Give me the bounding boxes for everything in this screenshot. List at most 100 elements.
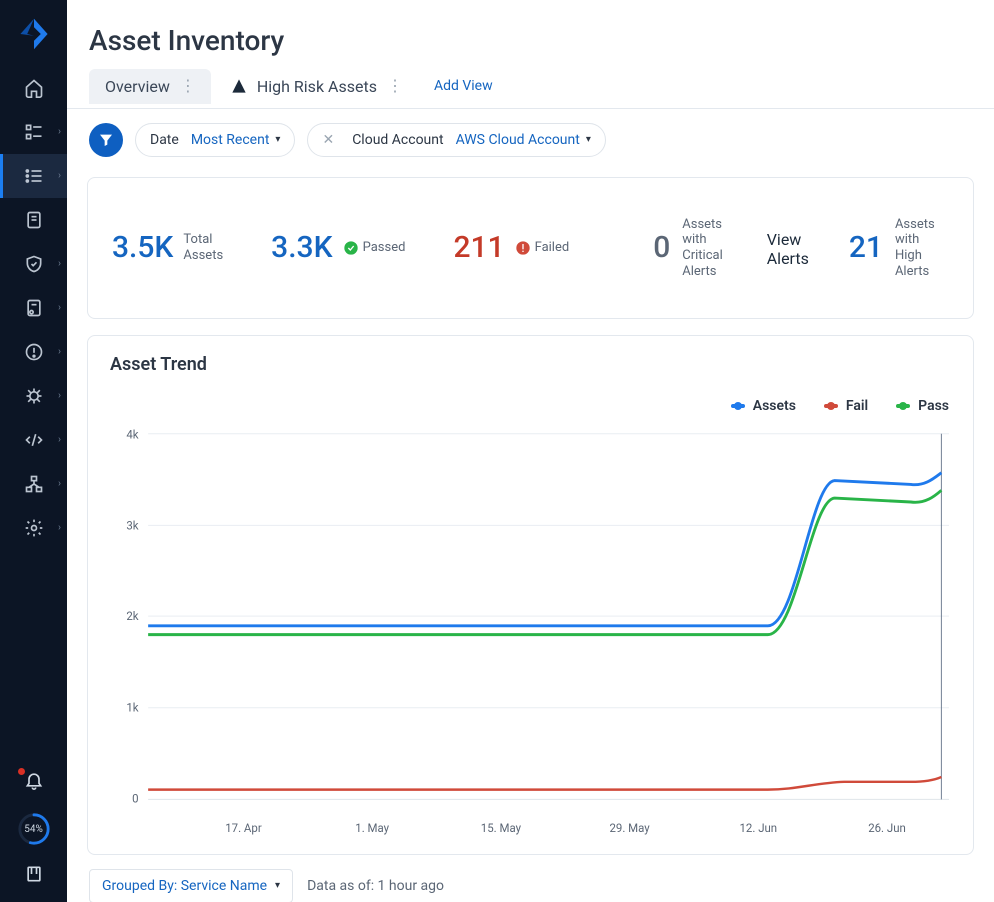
ytick: 4k xyxy=(126,427,138,441)
check-circle-icon xyxy=(343,240,359,256)
remove-filter-icon[interactable]: ✕ xyxy=(322,132,334,148)
chevron-down-icon: ▾ xyxy=(275,134,280,145)
tab-overview[interactable]: Overview ⋮ xyxy=(89,69,211,104)
legend-fail[interactable]: Fail xyxy=(824,398,868,414)
nav-security[interactable]: › xyxy=(0,242,67,286)
stat-value: 211 xyxy=(453,230,504,265)
code-icon xyxy=(24,430,44,450)
bell-icon xyxy=(24,770,44,790)
data-asof: Data as of: 1 hour ago xyxy=(307,878,444,894)
progress-label: 54% xyxy=(24,824,43,835)
filter-date-value[interactable]: Most Recent ▾ xyxy=(191,132,281,148)
xtick: 1. May xyxy=(355,821,389,835)
shield-icon xyxy=(24,254,44,274)
sidebar: › › › › › › xyxy=(0,0,67,902)
chevron-down-icon: ▾ xyxy=(275,880,280,891)
network-icon xyxy=(24,474,44,494)
nav-settings[interactable]: › xyxy=(0,506,67,550)
legend-pass[interactable]: Pass xyxy=(896,398,949,414)
series-assets xyxy=(148,473,941,626)
chevron-right-icon: › xyxy=(58,523,61,534)
ytick: 3k xyxy=(126,518,138,532)
app-logo xyxy=(16,16,52,52)
gear-icon xyxy=(24,518,44,538)
nav-reports[interactable] xyxy=(0,198,67,242)
stat-value: 21 xyxy=(849,230,883,265)
stat-high-alerts: 21 Assets with High Alerts Vie xyxy=(849,217,974,279)
series-fail xyxy=(148,777,941,790)
tab-bar: Overview ⋮ High Risk Assets ⋮ Add View xyxy=(67,65,994,109)
bookmark-icon xyxy=(24,864,44,884)
queries-icon xyxy=(24,122,44,142)
chevron-right-icon: › xyxy=(58,259,61,270)
chevron-right-icon: › xyxy=(58,303,61,314)
filter-account-value[interactable]: AWS Cloud Account ▾ xyxy=(456,132,591,148)
alert-circle-icon xyxy=(24,342,44,362)
filter-date: Date Most Recent ▾ xyxy=(135,123,295,157)
main: Asset Inventory Overview ⋮ High Risk Ass… xyxy=(67,0,994,902)
nav-queries[interactable]: › xyxy=(0,110,67,154)
footer-row: Grouped By: Service Name ▾ Data as of: 1… xyxy=(87,869,974,902)
bookmark-button[interactable] xyxy=(24,864,44,888)
filter-cloud-account: ✕ Cloud Account AWS Cloud Account ▾ xyxy=(307,123,605,157)
filter-label: Date xyxy=(150,132,179,148)
progress-ring[interactable]: 54% xyxy=(17,812,51,846)
filter-label: Cloud Account xyxy=(352,132,443,148)
ytick: 0 xyxy=(132,791,138,805)
filter-button[interactable] xyxy=(89,123,123,157)
nav-home[interactable] xyxy=(0,66,67,110)
xtick: 17. Apr xyxy=(225,821,261,835)
chart-legend: Assets Fail Pass xyxy=(731,398,949,414)
home-icon xyxy=(24,78,44,98)
risk-icon xyxy=(231,78,247,94)
xtick: 15. May xyxy=(481,821,522,835)
tab-menu-icon[interactable]: ⋮ xyxy=(180,78,195,94)
compliance-icon xyxy=(24,298,44,318)
view-alerts-link[interactable]: View Alerts xyxy=(767,230,809,268)
nav-network[interactable]: › xyxy=(0,462,67,506)
stat-critical-alerts: 0 Assets with Critical Alerts View Alert… xyxy=(653,217,809,279)
stat-passed: 3.3K Passed xyxy=(271,230,405,265)
xtick: 29. May xyxy=(609,821,650,835)
chevron-right-icon: › xyxy=(58,347,61,358)
chevron-right-icon: › xyxy=(58,171,61,182)
xtick: 26. Jun xyxy=(868,821,906,835)
group-by-selector[interactable]: Grouped By: Service Name ▾ xyxy=(89,869,293,902)
stat-value: 3.5K xyxy=(112,230,173,265)
nav-alerts[interactable]: › xyxy=(0,330,67,374)
chevron-right-icon: › xyxy=(58,391,61,402)
tab-label: High Risk Assets xyxy=(257,77,377,96)
page-title: Asset Inventory xyxy=(67,0,994,65)
chart-card: Asset Trend Assets Fail Pass 4k 3k xyxy=(87,335,974,855)
reports-icon xyxy=(24,210,44,230)
tab-menu-icon[interactable]: ⋮ xyxy=(387,78,402,94)
legend-assets[interactable]: Assets xyxy=(731,398,796,414)
stat-value: 0 xyxy=(653,230,670,265)
nav-code[interactable]: › xyxy=(0,418,67,462)
sidebar-nav: › › › › › › xyxy=(0,66,67,550)
list-icon xyxy=(24,166,44,186)
chart-title: Asset Trend xyxy=(110,354,951,375)
tab-label: Overview xyxy=(105,77,170,96)
nav-compliance[interactable]: › xyxy=(0,286,67,330)
series-pass xyxy=(148,490,941,634)
chevron-down-icon: ▾ xyxy=(586,134,591,145)
notifications-button[interactable] xyxy=(24,770,44,794)
add-view-link[interactable]: Add View xyxy=(434,78,493,94)
error-circle-icon xyxy=(515,240,531,256)
tab-high-risk-assets[interactable]: High Risk Assets ⋮ xyxy=(215,69,418,104)
ytick: 1k xyxy=(126,700,138,714)
stats-card: 3.5K Total Assets 3.3K Passed 211 xyxy=(87,177,974,319)
chart-plot[interactable]: 4k 3k 2k 1k 0 xyxy=(110,424,949,814)
chevron-right-icon: › xyxy=(58,127,61,138)
nav-vulnerabilities[interactable]: › xyxy=(0,374,67,418)
xtick: 12. Jun xyxy=(739,821,777,835)
stat-total-assets: 3.5K Total Assets xyxy=(112,230,223,265)
notification-dot xyxy=(18,768,25,775)
filter-bar: Date Most Recent ▾ ✕ Cloud Account AWS C… xyxy=(67,109,994,171)
stat-value: 3.3K xyxy=(271,230,332,265)
ytick: 2k xyxy=(126,609,138,623)
stat-failed: 211 Failed xyxy=(453,230,569,265)
nav-asset-inventory[interactable]: › xyxy=(0,154,67,198)
chevron-right-icon: › xyxy=(58,479,61,490)
